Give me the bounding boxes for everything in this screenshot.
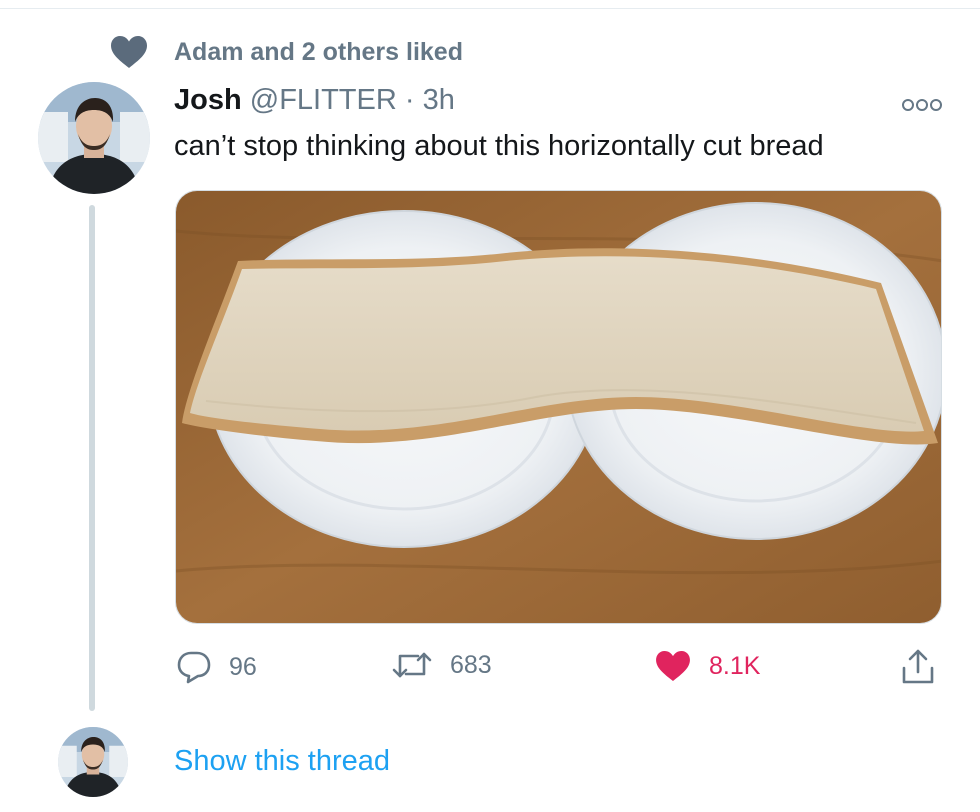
social-context-text: Adam and 2 others liked (174, 38, 463, 66)
like-button[interactable]: 8.1K (655, 650, 760, 682)
tweet-header: Josh @FLITTER · 3h (174, 84, 455, 117)
retweet-icon (392, 652, 432, 678)
share-icon (902, 649, 934, 684)
reply-count: 96 (229, 652, 257, 681)
user-handle[interactable]: @FLITTER (250, 84, 397, 116)
avatar[interactable] (38, 82, 150, 194)
thread-avatar[interactable] (58, 727, 128, 797)
retweet-count: 683 (450, 650, 492, 679)
share-button[interactable] (900, 648, 936, 686)
tweet-actions: 96 683 8.1K (0, 640, 980, 694)
show-thread-link[interactable]: Show this thread (174, 745, 390, 778)
header-separator: · (404, 84, 415, 116)
thread-line (89, 205, 95, 711)
photo-bread-on-plates (176, 191, 941, 623)
heart-filled-icon (656, 650, 690, 682)
more-options-icon[interactable] (900, 95, 944, 115)
retweet-button[interactable]: 683 (392, 650, 492, 680)
social-context: Adam and 2 others liked (110, 34, 463, 70)
like-count: 8.1K (709, 651, 761, 680)
reply-button[interactable]: 96 (177, 650, 257, 684)
heart-icon (111, 36, 147, 68)
timestamp[interactable]: 3h (423, 84, 455, 116)
tweet-text: can’t stop thinking about this horizonta… (174, 130, 824, 162)
reply-icon (177, 651, 211, 684)
tweet-photo[interactable] (175, 190, 942, 624)
top-divider (0, 8, 980, 9)
display-name[interactable]: Josh (174, 84, 242, 116)
